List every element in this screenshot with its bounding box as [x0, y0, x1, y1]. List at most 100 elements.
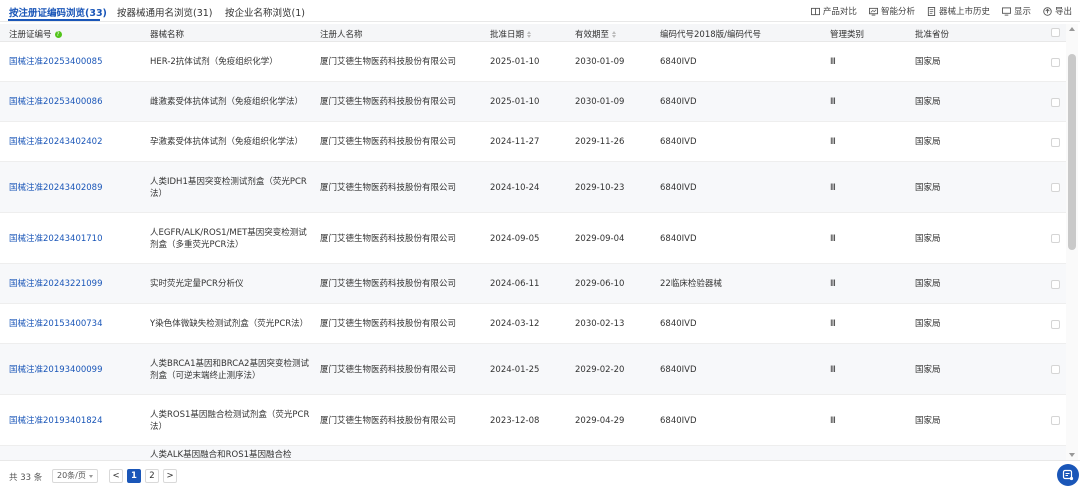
table-row[interactable]: 国械注准20253400085 HER-2抗体试剂（免疫组织化学） 厦门艾德生物医药… [0, 42, 1066, 82]
analysis-icon [868, 7, 878, 16]
device-name-cell: 人类ROS1基因融合检测试剂盒（荧光PCR法） [150, 409, 310, 432]
next-page-button[interactable]: > [163, 469, 177, 483]
row-checkbox[interactable] [1051, 279, 1060, 289]
registrant-cell: 厦门艾德生物医药科技股份有限公司 [320, 364, 457, 375]
col-mgmt-class: 管理类别 [830, 30, 865, 40]
total-count: 共 33 条 [9, 473, 43, 483]
col-valid-until-label: 有效期至 [575, 30, 610, 40]
table-row[interactable]: 国械注准20243402089 人类IDH1基因突变检测试剂盒（荧光PCR法） 厦门… [0, 162, 1066, 213]
row-checkbox[interactable] [1051, 234, 1060, 243]
registrant-cell: 厦门艾德生物医药科技股份有限公司 [320, 233, 457, 244]
approve-date-cell: 2024-01-25 [490, 364, 540, 375]
reg-no-link[interactable]: 国械注准20243401710 [9, 233, 144, 245]
history-label: 器械上市历史 [938, 7, 990, 17]
reg-no-link[interactable]: 国械注准20153400734 [9, 318, 144, 330]
vertical-scrollbar[interactable] [1066, 24, 1078, 460]
col-valid-until[interactable]: 有效期至 [575, 28, 617, 40]
table-row[interactable]: 国械注准20193400099 人类BRCA1基因和BRCA2基因突变检测试剂盒（… [0, 344, 1066, 395]
col-registrant: 注册人名称 [320, 30, 363, 40]
compare-button[interactable]: 产品对比 [810, 5, 857, 17]
table-row[interactable]: 国械注准20243401710 人EGFR/ALK/ROS1/MET基因突变检测试… [0, 213, 1066, 264]
class-code-cell: 6840IVD [660, 364, 697, 375]
scroll-up-icon[interactable] [1069, 27, 1075, 31]
export-icon [1043, 6, 1052, 16]
table-row[interactable]: 国械注准20243402402 孕激素受体抗体试剂（免疫组织化学法） 厦门艾德生物医… [0, 122, 1066, 162]
device-name-cell: 雌激素受体抗体试剂（免疫组织化学法） [150, 97, 304, 107]
valid-until-cell: 2029-11-26 [575, 137, 625, 147]
mgmt-class-cell: Ⅲ [830, 137, 836, 147]
export-button[interactable]: 导出 [1043, 5, 1072, 17]
table-row[interactable]: 国械注准20243221099 实时荧光定量PCR分析仪 厦门艾德生物医药科技股份有… [0, 264, 1066, 304]
tab-bar: 按注册证编码浏览(33) 按器械通用名浏览(31) 按企业名称浏览(1) 产品对… [0, 0, 1080, 22]
page-2-button[interactable]: 2 [145, 469, 159, 483]
reg-no-link[interactable]: 国械注准20253400086 [9, 96, 144, 108]
table-row[interactable]: 国械注准20153400734 Y染色体微缺失检测试剂盒（荧光PCR法） 厦门艾德生… [0, 304, 1066, 344]
scrollbar-thumb[interactable] [1068, 54, 1076, 250]
monitor-icon [1001, 6, 1011, 16]
assistant-float-button[interactable] [1057, 464, 1079, 486]
sort-icon[interactable] [612, 30, 617, 38]
mgmt-class-cell: Ⅲ [830, 415, 836, 426]
col-device-name: 器械名称 [150, 30, 185, 40]
reg-no-link[interactable]: 国械注准20253400085 [9, 56, 144, 68]
tab-by-reg-no[interactable]: 按注册证编码浏览(33) [9, 5, 107, 19]
province-cell: 国家局 [915, 182, 941, 193]
page-1-button[interactable]: 1 [127, 469, 141, 483]
device-name-cell: 人类BRCA1基因和BRCA2基因突变检测试剂盒（可逆末端终止测序法） [150, 358, 309, 381]
page-size-select[interactable]: 20条/页 [52, 469, 98, 483]
table-header: 注册证编号 ? 器械名称 注册人名称 批准日期 有效期至 编码代号2018版/编… [0, 24, 1066, 42]
row-checkbox[interactable] [1051, 97, 1060, 107]
row-checkbox[interactable] [1051, 137, 1060, 147]
mgmt-class-cell: Ⅲ [830, 57, 836, 67]
tab-by-device-name[interactable]: 按器械通用名浏览(31) [117, 5, 213, 19]
class-code-cell: 6840IVD [660, 233, 697, 244]
reg-no-link[interactable]: 国械注准20243402089 [9, 182, 144, 194]
reg-no-link[interactable]: 国械注准20243221099 [9, 278, 144, 290]
prev-page-button[interactable]: < [109, 469, 123, 483]
row-checkbox[interactable] [1051, 365, 1060, 374]
approve-date-cell: 2025-01-10 [490, 57, 540, 67]
select-all-checkbox[interactable] [1051, 28, 1060, 37]
reg-no-link[interactable]: 国械注准20193400099 [9, 364, 144, 376]
approve-date-cell: 2023-12-08 [490, 415, 540, 426]
table-body: 国械注准20253400085 HER-2抗体试剂（免疫组织化学） 厦门艾德生物医药… [0, 42, 1066, 460]
valid-until-cell: 2030-01-09 [575, 57, 625, 67]
approve-date-cell: 2024-09-05 [490, 233, 540, 244]
chat-icon [1062, 469, 1074, 481]
sort-icon[interactable] [527, 30, 532, 38]
row-checkbox[interactable] [1051, 416, 1060, 425]
class-code-cell: 6840IVD [660, 182, 697, 193]
valid-until-cell: 2029-04-29 [575, 415, 625, 426]
mgmt-class-cell: Ⅲ [830, 319, 836, 329]
col-reg-no-label: 注册证编号 [9, 30, 52, 40]
scroll-down-icon[interactable] [1069, 453, 1075, 457]
row-checkbox[interactable] [1051, 57, 1060, 67]
table-row[interactable]: 国械注准20253400086 雌激素受体抗体试剂（免疫组织化学法） 厦门艾德生物医… [0, 82, 1066, 122]
smart-analysis-button[interactable]: 智能分析 [868, 5, 915, 17]
export-label: 导出 [1054, 7, 1072, 17]
info-icon[interactable]: ? [54, 30, 62, 38]
col-approve-date[interactable]: 批准日期 [490, 28, 532, 40]
table-row[interactable]: 人类ALK基因融合和ROS1基因融合检 [0, 446, 1066, 460]
registrant-cell: 厦门艾德生物医药科技股份有限公司 [320, 415, 457, 426]
valid-until-cell: 2029-10-23 [575, 182, 625, 193]
table-row[interactable]: 国械注准20193401824 人类ROS1基因融合检测试剂盒（荧光PCR法） 厦门… [0, 395, 1066, 446]
col-class-code: 编码代号2018版/编码代号 [660, 30, 761, 40]
row-checkbox[interactable] [1051, 319, 1060, 329]
reg-no-link[interactable]: 国械注准20193401824 [9, 415, 144, 427]
reg-no-link[interactable]: 国械注准20243402402 [9, 136, 144, 148]
display-button[interactable]: 显示 [1001, 5, 1031, 17]
device-name-cell: 人EGFR/ALK/ROS1/MET基因突变检测试剂盒（多重荧光PCR法） [150, 227, 307, 250]
display-label: 显示 [1013, 7, 1031, 17]
valid-until-cell: 2029-06-10 [575, 279, 625, 289]
approve-date-cell: 2024-11-27 [490, 137, 540, 147]
registrant-cell: 厦门艾德生物医药科技股份有限公司 [320, 57, 457, 67]
smart-analysis-label: 智能分析 [880, 7, 915, 17]
mgmt-class-cell: Ⅲ [830, 364, 836, 375]
valid-until-cell: 2030-02-13 [575, 319, 625, 329]
history-button[interactable]: 器械上市历史 [927, 5, 990, 17]
row-checkbox[interactable] [1051, 183, 1060, 192]
province-cell: 国家局 [915, 97, 941, 107]
province-cell: 国家局 [915, 364, 941, 375]
tab-by-company[interactable]: 按企业名称浏览(1) [225, 5, 305, 19]
